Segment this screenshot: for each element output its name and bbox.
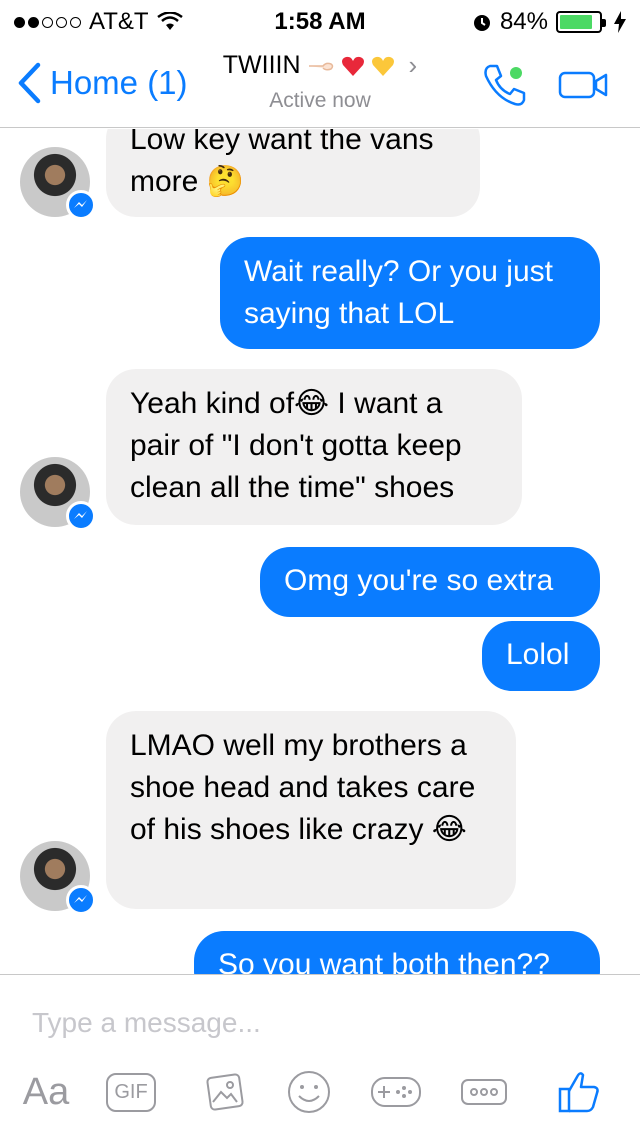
- message-bubble-outgoing[interactable]: Omg you're so extra: [260, 547, 600, 617]
- message-bubble-incoming[interactable]: LMAO well my brothers a shoe head and ta…: [106, 711, 516, 909]
- games-button[interactable]: [370, 1067, 422, 1117]
- video-call-icon[interactable]: [558, 70, 610, 100]
- message-thread[interactable]: Low key want the vans more 🤔 Wait really…: [0, 129, 640, 974]
- contact-name: TWIIIN: [222, 51, 301, 79]
- composer-toolbar: Aa GIF: [0, 1067, 640, 1117]
- pointing-hand-emoji-icon: [308, 62, 333, 71]
- message-bubble-outgoing[interactable]: Wait really? Or you just saying that LOL: [220, 237, 600, 349]
- text-format-button[interactable]: Aa: [18, 1067, 74, 1117]
- back-button[interactable]: Home (1): [16, 62, 188, 104]
- game-controller-icon: [371, 1077, 421, 1107]
- message-text: So you want both then??: [218, 948, 550, 974]
- gif-button[interactable]: GIF: [104, 1067, 158, 1117]
- battery-group: 84%: [472, 8, 626, 36]
- back-button-label: Home (1): [50, 64, 188, 101]
- message-bubble-incoming[interactable]: Low key want the vans more 🤔: [106, 129, 480, 217]
- phone-call-icon[interactable]: [482, 62, 528, 108]
- photo-button[interactable]: [200, 1067, 250, 1117]
- message-text: Wait really? Or you just saying that LOL: [244, 255, 553, 330]
- status-bar: AT&T 1:58 AM 84%: [0, 0, 640, 40]
- thumbs-up-icon: [558, 1072, 599, 1113]
- message-input[interactable]: [32, 1003, 592, 1043]
- text-format-label: Aa: [22, 1070, 70, 1113]
- message-bubble-outgoing[interactable]: Lolol: [482, 621, 600, 691]
- chevron-left-icon: [18, 62, 41, 104]
- message-composer: Aa GIF: [0, 974, 640, 1136]
- red-heart-emoji-icon: [341, 56, 364, 76]
- gif-label: GIF: [106, 1072, 156, 1112]
- active-status: Active now: [269, 89, 371, 112]
- message-text: Lolol: [506, 638, 570, 671]
- message-text: Omg you're so extra: [284, 564, 554, 597]
- like-button[interactable]: [554, 1067, 604, 1117]
- message-text: Yeah kind of😂 I want a pair of "I don't …: [130, 387, 462, 504]
- messenger-badge-icon: [66, 190, 96, 220]
- messenger-badge-icon: [66, 885, 96, 915]
- message-bubble-incoming[interactable]: Yeah kind of😂 I want a pair of "I don't …: [106, 369, 522, 525]
- emoji-button[interactable]: [286, 1067, 332, 1117]
- contact-name-row: TWIIIN ›: [223, 50, 417, 81]
- more-options-icon: [461, 1079, 507, 1105]
- battery-percent: 84%: [499, 8, 548, 35]
- chevron-right-icon: ›: [408, 50, 418, 80]
- charging-bolt-icon: [614, 11, 626, 33]
- battery-icon: [556, 11, 606, 33]
- alarm-icon: [473, 15, 490, 31]
- smiley-icon: [288, 1071, 330, 1113]
- messenger-badge-icon: [66, 501, 96, 531]
- contact-title[interactable]: TWIIIN › Active now: [220, 50, 420, 113]
- conversation-header: Home (1) TWIIIN › Active now: [0, 40, 640, 128]
- message-text: LMAO well my brothers a shoe head and ta…: [130, 729, 476, 846]
- yellow-heart-emoji-icon: [371, 56, 394, 76]
- message-bubble-outgoing[interactable]: So you want both then??: [194, 931, 600, 974]
- message-text: Low key want the vans more 🤔: [130, 129, 434, 198]
- photo-icon: [206, 1073, 244, 1111]
- more-options-button[interactable]: [460, 1067, 508, 1117]
